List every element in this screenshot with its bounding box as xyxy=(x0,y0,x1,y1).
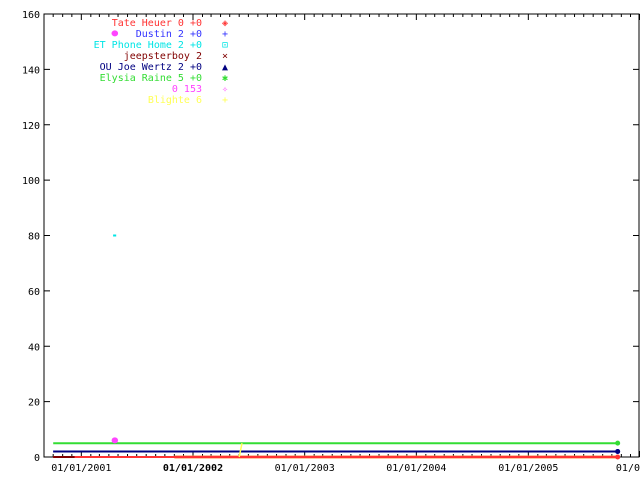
x-tick-label: 01/01/2001 xyxy=(51,463,111,474)
y-tick-label: 40 xyxy=(28,342,40,353)
x-tick-label: 01/01/2004 xyxy=(386,463,446,474)
y-tick-label: 120 xyxy=(22,121,40,132)
legend-label-4: OU Joe Wertz 2 +0 xyxy=(100,62,202,73)
y-tick-label: 80 xyxy=(28,232,40,243)
magenta-marker-1 xyxy=(111,437,119,444)
series-layer xyxy=(53,30,621,460)
legend-marker-6: ✧ xyxy=(222,84,228,95)
series-line-7 xyxy=(238,443,243,458)
x-tick-label: 01/01/2003 xyxy=(275,463,335,474)
y-tick-label: 100 xyxy=(22,176,40,187)
legend-label-0: Tate Heuer 0 +0 xyxy=(112,18,202,29)
legend-label-2: ET Phone Home 2 +0 xyxy=(94,40,202,51)
legend-marker-3: × xyxy=(222,51,228,62)
legend-marker-4: ▲ xyxy=(222,62,228,73)
y-tick-label: 60 xyxy=(28,287,40,298)
y-tick-label: 140 xyxy=(22,65,40,76)
y-tick-label: 0 xyxy=(34,453,40,464)
legend-marker-0: ◈ xyxy=(222,18,228,29)
legend-label-7: Blighte 6 xyxy=(148,95,202,106)
x-tick-label: 01/01/20 xyxy=(616,463,640,474)
legend-marker-5: ✱ xyxy=(222,73,228,84)
legend-marker-1: + xyxy=(222,29,228,40)
legend-label-1: Dustin 2 +0 xyxy=(136,29,202,40)
series-endpoint-5 xyxy=(615,440,621,446)
magenta-marker-0 xyxy=(111,30,119,37)
series-endpoint-4 xyxy=(615,448,621,454)
legend-marker-7: + xyxy=(222,95,228,106)
y-tick-label: 20 xyxy=(28,398,40,409)
x-tick-label: 01/01/2005 xyxy=(498,463,558,474)
y-tick-label: 160 xyxy=(22,10,40,21)
legend-label-6: 0 153 xyxy=(172,84,202,95)
legend-label-5: Elysia Raine 5 +0 xyxy=(100,73,202,84)
legend-label-3: jeepsterboy 2 xyxy=(124,51,202,62)
series-endpoint-0 xyxy=(615,454,621,460)
chart: 0 20 40 60 80 100 120 140 160 01/01/2001 01/01/20… xyxy=(22,10,640,474)
legend-marker-2: ⊡ xyxy=(222,40,228,51)
x-tick-label: 01/01/2002 xyxy=(163,463,223,474)
